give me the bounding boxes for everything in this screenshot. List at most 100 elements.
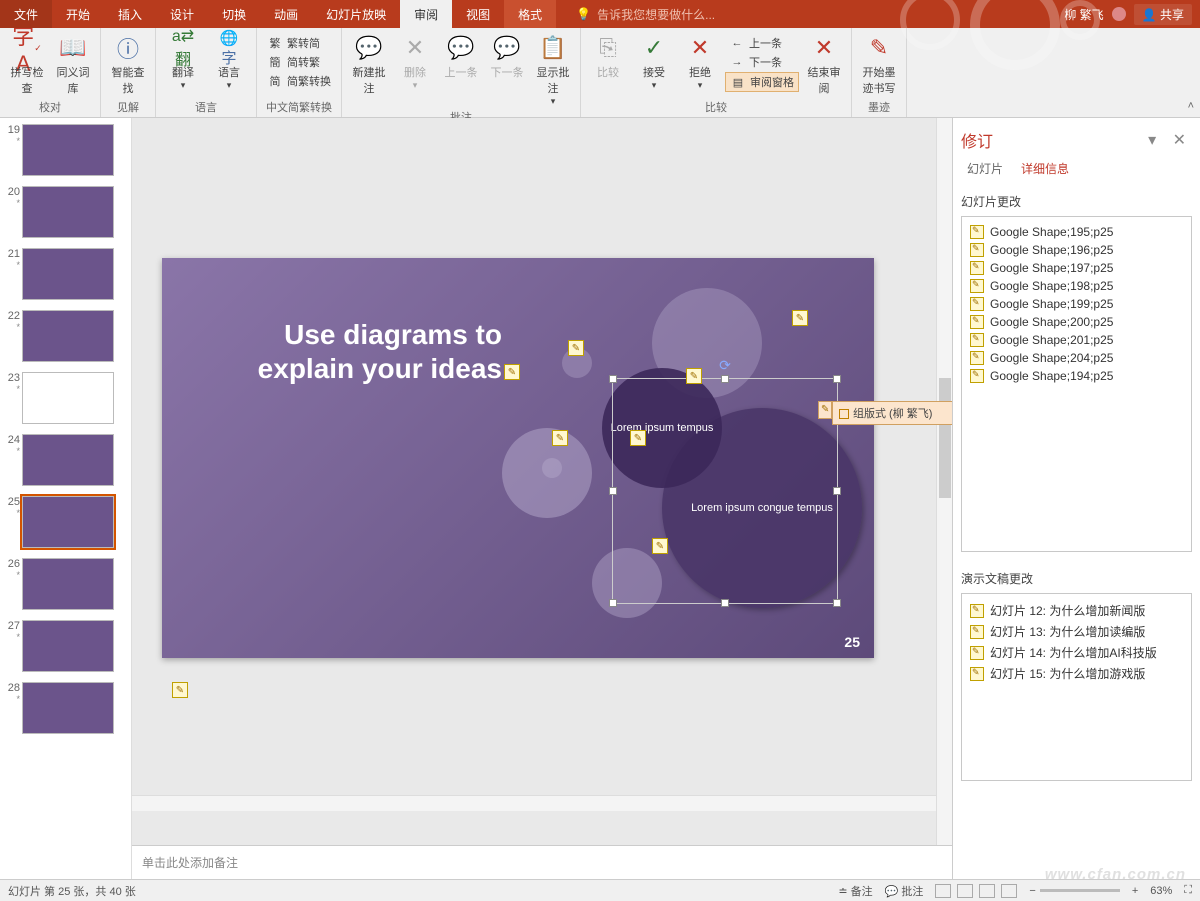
next-change-button[interactable]: →下一条 <box>725 53 799 71</box>
zoom-out-button[interactable]: − <box>1029 885 1035 897</box>
revision-tooltip[interactable]: 组版式 (柳 繁飞) <box>832 401 952 425</box>
simp-to-trad-button[interactable]: 簡简转繁 <box>263 53 335 71</box>
change-item[interactable]: Google Shape;198;p25 <box>966 277 1187 295</box>
compare-button[interactable]: ⎘比较 <box>587 34 629 80</box>
change-item[interactable]: Google Shape;199;p25 <box>966 295 1187 313</box>
reject-button[interactable]: ✕拒绝▾ <box>679 34 721 91</box>
pane-tab-slides[interactable]: 幻灯片 <box>967 160 1003 177</box>
resize-handle[interactable] <box>609 599 617 607</box>
tab-transitions[interactable]: 切换 <box>208 0 260 28</box>
next-comment-button[interactable]: 💬下一条 <box>486 34 528 80</box>
slide-thumbnail[interactable] <box>22 248 114 300</box>
slide-thumbnail[interactable] <box>22 682 114 734</box>
notes-toggle[interactable]: ≐ 备注 <box>838 883 872 899</box>
slide-thumbnail[interactable] <box>22 496 114 548</box>
fit-button[interactable]: ⛶ <box>1184 884 1192 897</box>
resize-handle[interactable] <box>833 487 841 495</box>
slide-thumbnail[interactable] <box>22 310 114 362</box>
zoom-in-button[interactable]: + <box>1132 885 1138 897</box>
delete-comment-button[interactable]: ✕删除▾ <box>394 34 436 91</box>
thesaurus-button[interactable]: 📖同义词库 <box>52 34 94 96</box>
revision-marker-icon[interactable] <box>818 401 832 419</box>
share-button[interactable]: 👤 共享 <box>1134 4 1192 25</box>
rotate-handle-icon[interactable]: ⟳ <box>719 357 731 374</box>
tab-file[interactable]: 文件 <box>0 0 52 28</box>
vertical-scrollbar[interactable] <box>936 118 952 845</box>
resize-handle[interactable] <box>609 375 617 383</box>
comments-toggle[interactable]: 💬 批注 <box>885 883 924 899</box>
revision-marker-icon[interactable] <box>630 430 646 446</box>
spellcheck-button[interactable]: 字A✓拼写检查 <box>6 34 48 96</box>
smart-lookup-button[interactable]: ⓘ智能查找 <box>107 34 149 96</box>
revision-marker-icon[interactable] <box>652 538 668 554</box>
notes-pane[interactable]: 单击此处添加备注 <box>132 845 952 879</box>
slide-changes-list[interactable]: Google Shape;195;p25Google Shape;196;p25… <box>961 216 1192 552</box>
revision-marker-icon[interactable] <box>686 368 702 384</box>
tab-review[interactable]: 审阅 <box>400 0 452 28</box>
prev-comment-button[interactable]: 💬上一条 <box>440 34 482 80</box>
change-item[interactable]: Google Shape;196;p25 <box>966 241 1187 259</box>
slide-thumbnails-panel[interactable]: 19*20*21*22*23*24*25*26*27*28* <box>0 118 132 879</box>
change-item[interactable]: 幻灯片 13: 为什么增加读编版 <box>966 621 1187 642</box>
pane-options[interactable]: ▾ ✕ <box>1148 130 1192 150</box>
change-item[interactable]: Google Shape;204;p25 <box>966 349 1187 367</box>
new-comment-button[interactable]: 💬新建批注 <box>348 34 390 96</box>
start-ink-button[interactable]: ✎开始墨迹书写 <box>858 34 900 96</box>
user-avatar-icon[interactable] <box>1112 7 1126 21</box>
slide-thumbnail[interactable] <box>22 620 114 672</box>
slideshow-view-button[interactable] <box>1001 884 1017 898</box>
tab-format[interactable]: 格式 <box>504 0 556 28</box>
sorter-view-button[interactable] <box>957 884 973 898</box>
resize-handle[interactable] <box>833 599 841 607</box>
zoom-control[interactable]: − <box>1029 885 1119 897</box>
bubble[interactable] <box>542 458 562 478</box>
tab-design[interactable]: 设计 <box>156 0 208 28</box>
checkbox-icon[interactable] <box>839 409 849 419</box>
reviewing-pane-button[interactable]: ▤审阅窗格 <box>725 72 799 92</box>
slide-thumbnail[interactable] <box>22 558 114 610</box>
convert-button[interactable]: 简简繁转换 <box>263 72 335 90</box>
reading-view-button[interactable] <box>979 884 995 898</box>
change-item[interactable]: 幻灯片 12: 为什么增加新闻版 <box>966 600 1187 621</box>
slide-thumbnail[interactable] <box>22 434 114 486</box>
revision-marker-icon[interactable] <box>792 310 808 326</box>
slide-thumbnail[interactable] <box>22 372 114 424</box>
editor-canvas[interactable]: Use diagrams to explain your ideas Lorem… <box>132 118 952 845</box>
translate-button[interactable]: a⇄翻翻译▾ <box>162 34 204 91</box>
zoom-level[interactable]: 63% <box>1150 885 1172 897</box>
change-item[interactable]: Google Shape;201;p25 <box>966 331 1187 349</box>
prev-change-button[interactable]: ←上一条 <box>725 34 799 52</box>
change-item[interactable]: 幻灯片 14: 为什么增加AI科技版 <box>966 642 1187 663</box>
horizontal-scrollbar[interactable] <box>132 795 936 811</box>
tell-me-search[interactable]: 💡 告诉我您想要做什么... <box>576 0 715 28</box>
tab-animations[interactable]: 动画 <box>260 0 312 28</box>
tab-slideshow[interactable]: 幻灯片放映 <box>312 0 400 28</box>
accept-button[interactable]: ✓接受▾ <box>633 34 675 91</box>
tab-home[interactable]: 开始 <box>52 0 104 28</box>
scrollbar-thumb[interactable] <box>939 378 951 498</box>
revision-marker-icon[interactable] <box>504 364 520 380</box>
change-item[interactable]: Google Shape;195;p25 <box>966 223 1187 241</box>
collapse-ribbon-button[interactable]: ˄ <box>1188 100 1194 112</box>
show-comments-button[interactable]: 📋显示批注▾ <box>532 34 574 107</box>
revision-marker-icon[interactable] <box>172 682 188 698</box>
pres-changes-list[interactable]: 幻灯片 12: 为什么增加新闻版幻灯片 13: 为什么增加读编版幻灯片 14: … <box>961 593 1192 781</box>
selection-box[interactable]: ⟳ <box>612 378 838 604</box>
resize-handle[interactable] <box>721 375 729 383</box>
tab-view[interactable]: 视图 <box>452 0 504 28</box>
tab-insert[interactable]: 插入 <box>104 0 156 28</box>
language-button[interactable]: 🌐字语言▾ <box>208 34 250 91</box>
change-item[interactable]: Google Shape;197;p25 <box>966 259 1187 277</box>
trad-to-simp-button[interactable]: 繁繁转简 <box>263 34 335 52</box>
resize-handle[interactable] <box>721 599 729 607</box>
change-item[interactable]: 幻灯片 15: 为什么增加游戏版 <box>966 663 1187 684</box>
change-item[interactable]: Google Shape;200;p25 <box>966 313 1187 331</box>
pane-tab-details[interactable]: 详细信息 <box>1021 160 1069 177</box>
resize-handle[interactable] <box>833 375 841 383</box>
slide-thumbnail[interactable] <box>22 186 114 238</box>
revision-marker-icon[interactable] <box>552 430 568 446</box>
change-item[interactable]: Google Shape;194;p25 <box>966 367 1187 385</box>
slide-thumbnail[interactable] <box>22 124 114 176</box>
revision-marker-icon[interactable] <box>568 340 584 356</box>
end-review-button[interactable]: ✕结束审阅 <box>803 34 845 96</box>
